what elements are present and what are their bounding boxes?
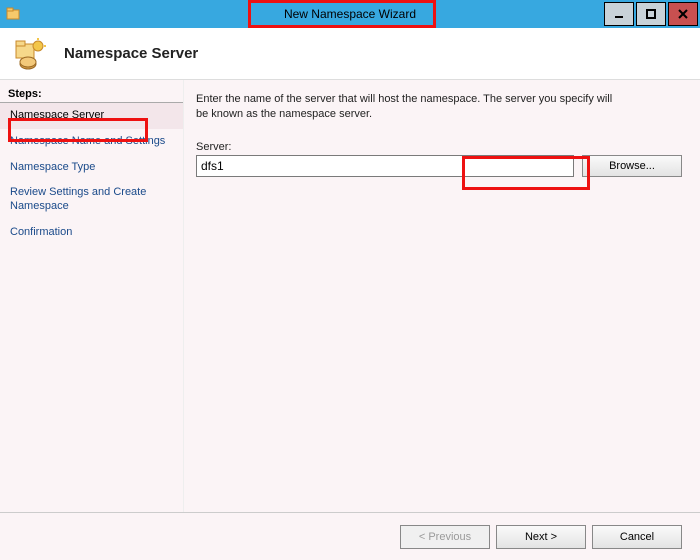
step-item[interactable]: Namespace Server (0, 103, 183, 129)
steps-list: Namespace ServerNamespace Name and Setti… (0, 103, 183, 246)
page-title: Namespace Server (64, 45, 198, 62)
step-item[interactable]: Namespace Type (0, 155, 183, 181)
wizard-footer: < Previous Next > Cancel (0, 512, 700, 560)
maximize-button[interactable] (636, 2, 666, 26)
server-field-row: Browse... (196, 155, 682, 177)
server-label: Server: (196, 141, 682, 153)
close-button[interactable] (668, 2, 698, 26)
main-panel: Enter the name of the server that will h… (184, 80, 700, 512)
step-item[interactable]: Review Settings and Create Namespace (0, 180, 183, 220)
title-bar: New Namespace Wizard (0, 0, 700, 28)
server-input[interactable] (196, 155, 574, 177)
step-item[interactable]: Confirmation (0, 220, 183, 246)
window-buttons (604, 0, 700, 28)
wizard-icon (14, 36, 50, 72)
window-title: New Namespace Wizard (274, 5, 426, 23)
minimize-button[interactable] (604, 2, 634, 26)
steps-panel: Steps: Namespace ServerNamespace Name an… (0, 80, 184, 512)
cancel-button[interactable]: Cancel (592, 525, 682, 549)
wizard-body: Steps: Namespace ServerNamespace Name an… (0, 80, 700, 512)
step-item[interactable]: Namespace Name and Settings (0, 129, 183, 155)
browse-button[interactable]: Browse... (582, 155, 682, 177)
instruction-text: Enter the name of the server that will h… (196, 92, 626, 123)
next-button[interactable]: Next > (496, 525, 586, 549)
wizard-header: Namespace Server (0, 28, 700, 80)
app-icon (6, 6, 22, 22)
previous-button[interactable]: < Previous (400, 525, 490, 549)
steps-header: Steps: (0, 86, 183, 103)
